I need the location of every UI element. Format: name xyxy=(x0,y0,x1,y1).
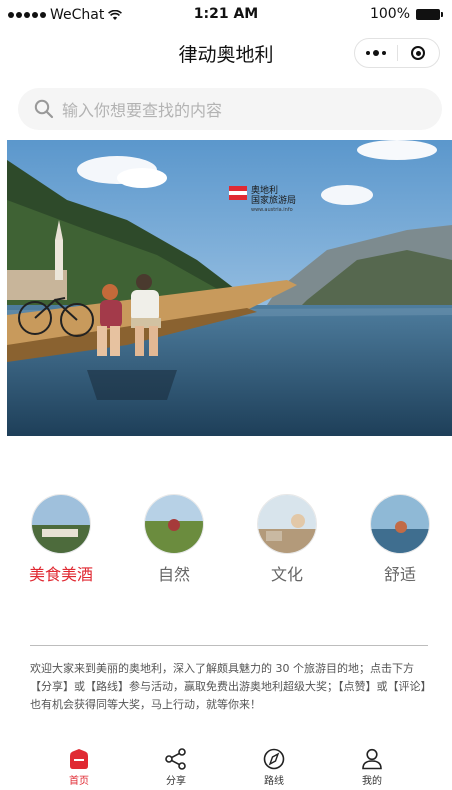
tab-share[interactable]: 分享 xyxy=(141,748,211,787)
tab-bar: 首页 分享 路线 我的 xyxy=(0,748,452,790)
navigation-bar: 律动奥地利 xyxy=(0,30,452,74)
banner-image xyxy=(7,140,452,436)
category-label: 自然 xyxy=(157,565,190,584)
more-options-button[interactable] xyxy=(355,50,397,56)
battery-percent: 100% xyxy=(369,6,410,22)
logo-url: www.austria.info xyxy=(251,207,293,213)
battery-icon xyxy=(416,8,443,20)
home-icon xyxy=(70,749,88,769)
share-icon xyxy=(165,748,186,770)
close-target-icon xyxy=(411,46,426,60)
intro-text: 欢迎大家来到美丽的奥地利，深入了解颇具魅力的 30 个旅游目的地；点击下方【分享… xyxy=(30,662,426,711)
tourism-logo: 奥地利 国家旅游局 www.austria.info xyxy=(229,186,296,214)
category-label: 舒适 xyxy=(383,565,416,584)
mini-program-capsule xyxy=(354,38,440,68)
close-button[interactable] xyxy=(398,46,440,60)
tab-home[interactable]: 首页 xyxy=(44,748,114,787)
category-nature[interactable]: 自然 xyxy=(129,494,219,585)
search-icon xyxy=(34,99,54,119)
hero-banner[interactable]: 奥地利 国家旅游局 www.austria.info xyxy=(7,140,452,436)
austria-flag-icon xyxy=(229,186,247,200)
user-icon xyxy=(362,748,382,770)
search-placeholder: 输入你想要查找的内容 xyxy=(62,101,223,120)
tab-label: 分享 xyxy=(166,776,186,787)
section-divider xyxy=(30,645,428,646)
logo-line-1: 奥地利 xyxy=(251,186,279,196)
tab-route[interactable]: 路线 xyxy=(239,748,309,787)
status-bar: WeChat 1:21 AM 100% xyxy=(0,0,452,30)
category-thumb xyxy=(257,494,317,554)
tab-mine[interactable]: 我的 xyxy=(337,748,407,787)
search-input[interactable]: 输入你想要查找的内容 xyxy=(18,88,442,130)
category-thumb xyxy=(31,494,91,554)
compass-icon xyxy=(263,748,285,770)
category-label: 美食美酒 xyxy=(28,565,93,584)
category-thumb xyxy=(144,494,204,554)
logo-line-2: 国家旅游局 xyxy=(251,196,297,206)
category-label: 文化 xyxy=(270,565,303,584)
category-row: 美食美酒 自然 文化 舒适 xyxy=(0,494,452,584)
category-food-wine[interactable]: 美食美酒 xyxy=(16,494,106,585)
category-culture[interactable]: 文化 xyxy=(242,494,332,585)
tab-label: 我的 xyxy=(362,776,382,787)
tab-label: 路线 xyxy=(264,776,284,787)
category-comfort[interactable]: 舒适 xyxy=(355,494,445,585)
tab-label: 首页 xyxy=(69,776,89,787)
category-thumb xyxy=(370,494,430,554)
